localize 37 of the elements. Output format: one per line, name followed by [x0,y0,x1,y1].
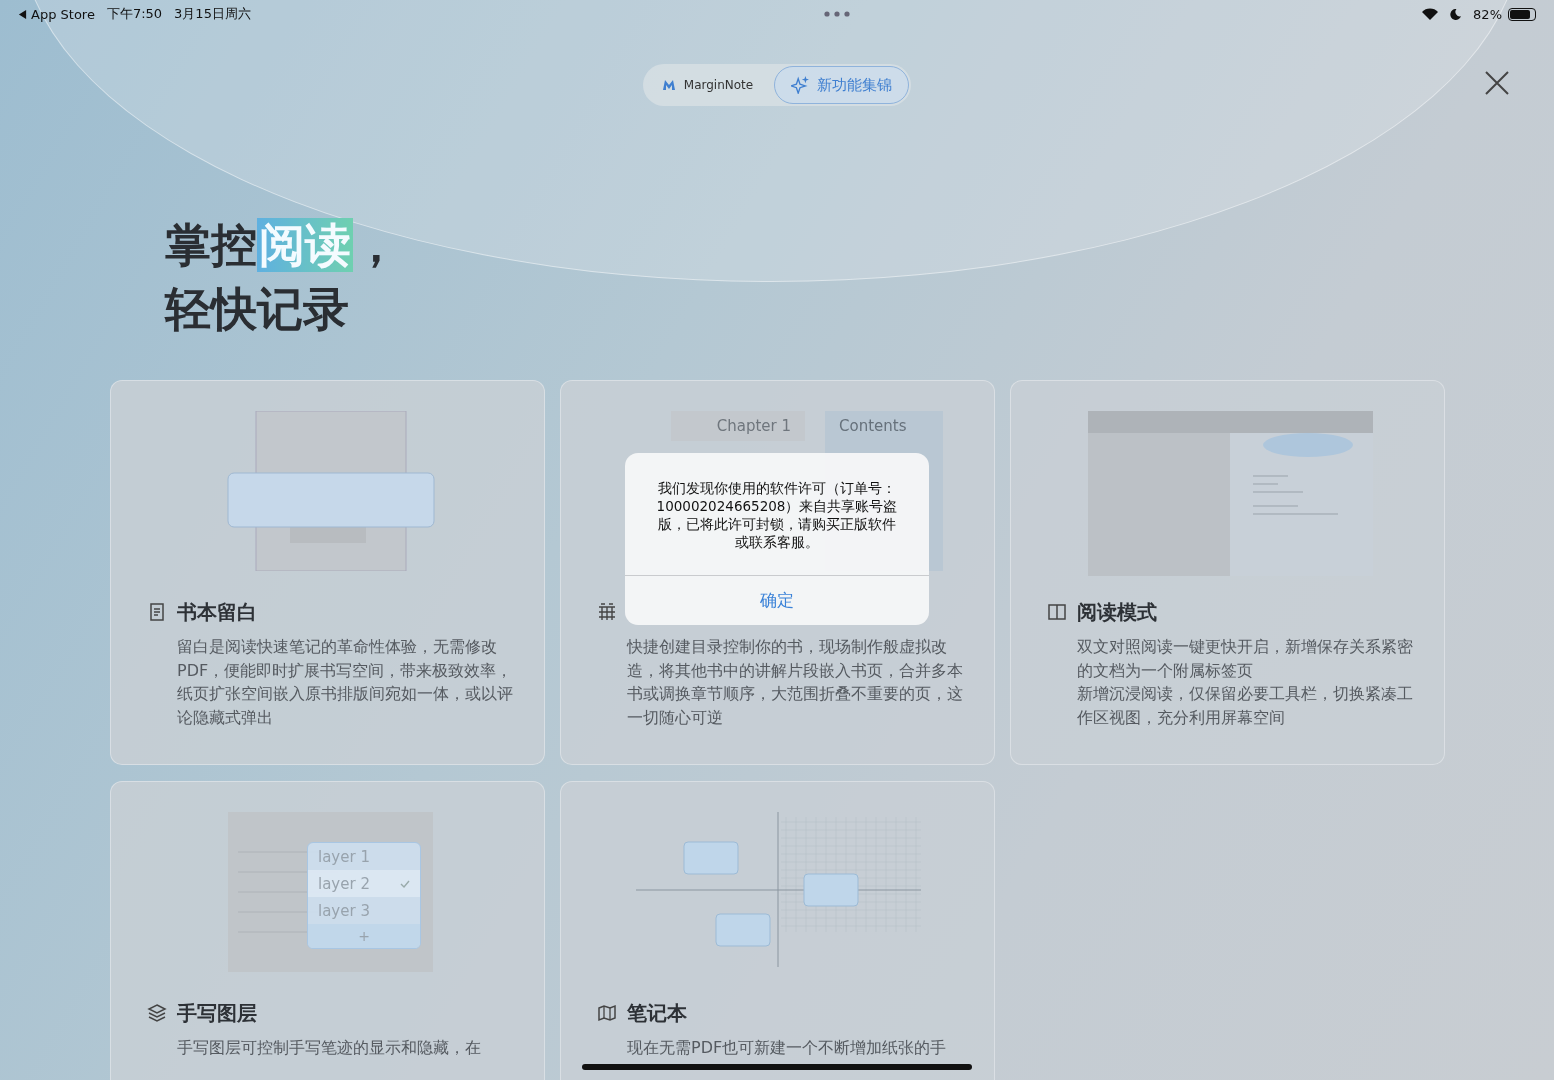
confirm-button[interactable]: 确定 [625,575,929,625]
grid-icon [597,602,617,622]
back-link[interactable]: App Store [31,6,95,22]
menu-item[interactable]: layer 2 [308,870,420,897]
menu-item[interactable]: layer 3 [308,897,420,924]
card-description: 双文对照阅读一键更快开启，新增保存关系紧密的文档为一个附属标签页 [1077,636,1414,682]
card-description: 现在无需PDF也可新建一个不断增加纸张的手 [627,1037,948,1059]
close-icon[interactable] [1484,70,1510,96]
card-description: 新增沉浸阅读，仅保留必要工具栏，切换紧凑工作区视图，充分利用屏幕空间 [1077,683,1414,729]
battery-percent: 82% [1473,6,1502,22]
document-icon [147,602,167,622]
headline-text: 掌控阅读， [165,218,400,272]
columns-icon [1047,602,1067,622]
card-title: 书本留白 [177,598,257,626]
checkmark-icon [400,879,410,888]
card-title: 笔记本 [627,999,687,1027]
add-layer-button[interactable]: + [308,924,420,948]
logo-icon [661,79,676,91]
card-title: 阅读模式 [1077,598,1157,626]
sparkle-icon [791,76,810,94]
status-date: 3月15日周六 [174,5,251,23]
map-icon [597,1003,617,1023]
layers-icon [147,1003,167,1023]
card-description: 留白是阅读快速笔记的革命性体验，无需修改PDF，便能即时扩展书写空间，带来极致效率，纸页扩张空间嵌入原书排版间宛如一体，或以评论隐藏式弹出 [177,636,514,729]
moon-icon [1450,8,1462,20]
card-description: 快捷创建目录控制你的书，现场制作般虚拟改造，将其他书中的讲解片段嵌入书页，合并多本书或调换章节顺序，大范围折叠不重要的页，这一切随心可逆 [627,636,964,729]
card-description: 手写图层可控制手写笔迹的显示和隐藏，在 [177,1037,482,1059]
more-dots-icon[interactable] [823,11,850,17]
status-time: 下午7:50 [106,5,163,23]
menu-item[interactable]: layer 1 [308,843,420,870]
back-arrow-icon[interactable] [18,9,27,19]
segment-tab[interactable]: 新功能集锦 [774,66,910,104]
segment-tab[interactable]: MarginNote [644,66,771,104]
headline-text: 轻快记录 [165,282,350,336]
battery-icon [1508,7,1536,21]
wifi-icon [1422,8,1439,20]
card-title: 手写图层 [177,999,257,1027]
